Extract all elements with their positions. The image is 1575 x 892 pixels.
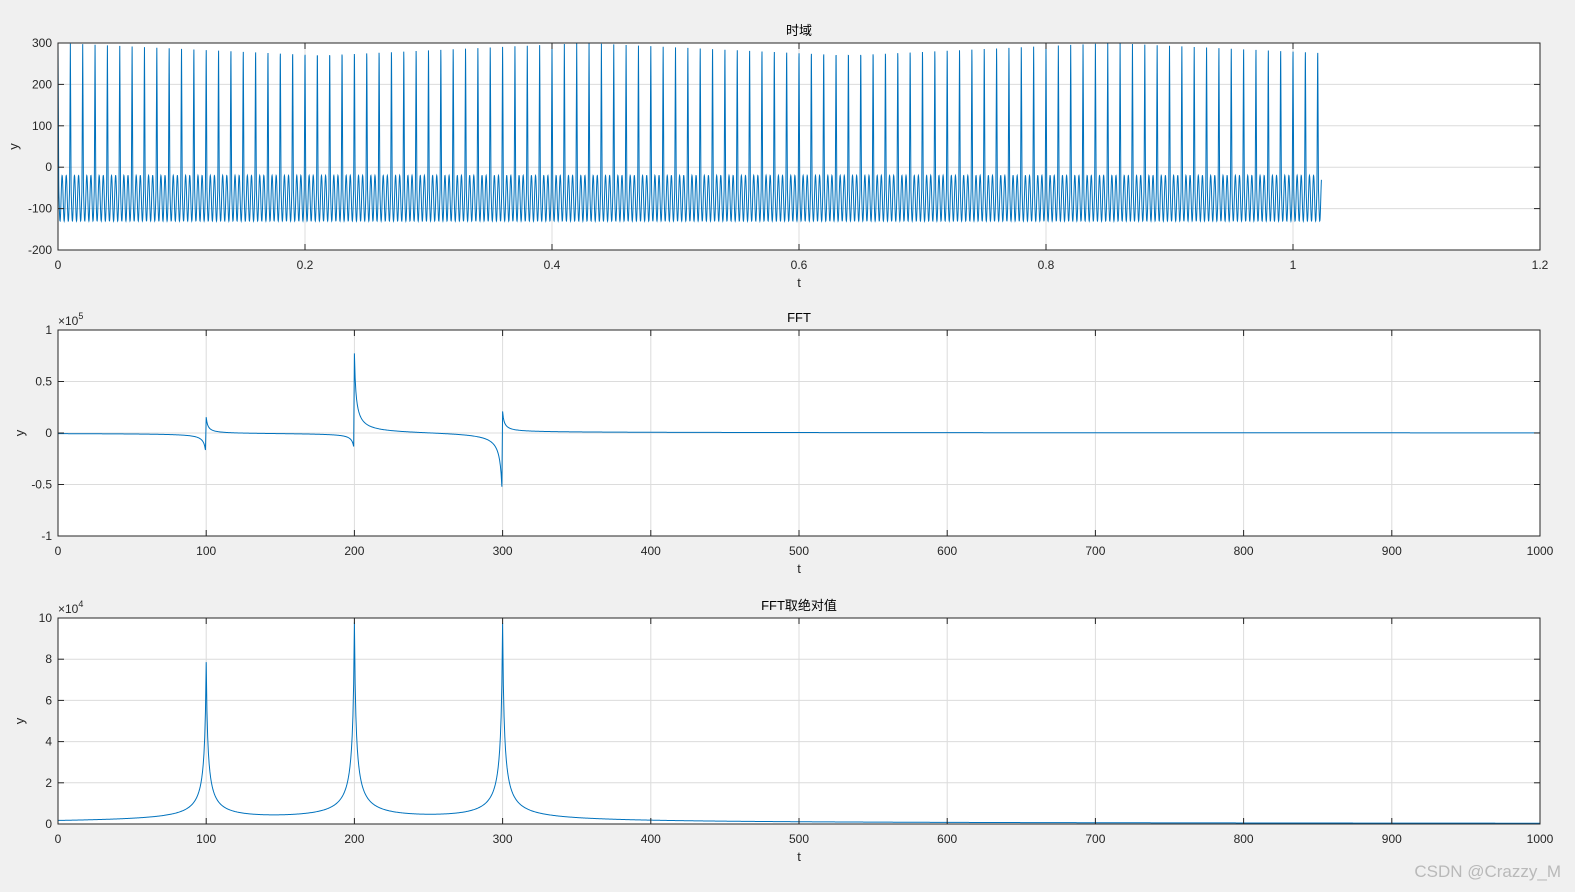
y-tick-label: 4 [45,735,52,749]
x-tick-label: 500 [789,832,809,846]
x-tick-label: 0.4 [544,258,561,272]
y-tick-label: 200 [32,77,52,91]
x-tick-label: 200 [344,544,364,558]
x-tick-label: 400 [641,832,661,846]
x-tick-label: 700 [1085,544,1105,558]
plot-fft-magnitude: 0 100 200 300 400 500 600 700 800 900 1000 0 2 4 6 8 10 ×… [12,598,1554,864]
y-tick-label: 0 [45,817,52,831]
x-tick-label: 900 [1382,832,1402,846]
x-tick-label: 0.6 [791,258,808,272]
figure-canvas: 0 0.2 0.4 0.6 0.8 1 1.2-200-1000100200300时域ty … [6,23,1554,864]
y-tick-label: 1 [45,323,52,337]
y-tick-label: 0 [45,426,52,440]
y-tick-label: -0.5 [31,478,52,492]
plot-time-domain: 0 0.2 0.4 0.6 0.8 1 1.2 -200 -100 0 100 200 300 时域 t y [6,23,1549,290]
x-axis-label: t [797,561,801,576]
x-tick-label: 800 [1234,832,1254,846]
y-tick-label: 300 [32,36,52,50]
y-axis-label: y [12,717,27,724]
x-tick-label: 0.2 [297,258,314,272]
plot-fft: 0 100 200 300 400 500 600 700 800 900 1000 -1 -0.5 0 0… [12,310,1554,576]
y-tick-label: 100 [32,119,52,133]
y-tick-label: -200 [28,243,52,257]
y-tick-label: 10 [39,611,53,625]
y-tick-label: 0 [45,160,52,174]
y-tick-label: 8 [45,652,52,666]
x-tick-label: 0.8 [1038,258,1055,272]
x-tick-label: 800 [1234,544,1254,558]
x-tick-label: 100 [196,832,216,846]
plot-title: FFT [787,310,811,325]
x-tick-label: 300 [493,832,513,846]
x-tick-label: 1000 [1527,832,1554,846]
x-axis-label: t [797,849,801,864]
plot-title: FFT取绝对值 [761,598,837,613]
plot-title: 时域 [786,23,812,38]
x-tick-label: 1.2 [1532,258,1549,272]
x-tick-label: 700 [1085,832,1105,846]
y-axis-label: y [6,143,21,150]
watermark: CSDN @Crazzy_M [1414,862,1561,881]
x-tick-label: 500 [789,544,809,558]
x-tick-label: 600 [937,544,957,558]
exponent-label: ×105 [58,311,83,328]
x-tick-label: 200 [344,832,364,846]
x-tick-label: 0 [55,544,62,558]
x-tick-label: 300 [493,544,513,558]
x-tick-label: 100 [196,544,216,558]
x-tick-label: 400 [641,544,661,558]
y-tick-label: -1 [41,529,52,543]
exponent-label: ×104 [58,599,83,616]
y-axis-label: y [12,429,27,436]
y-tick-label: -100 [28,202,52,216]
x-tick-label: 600 [937,832,957,846]
x-tick-label: 1 [1290,258,1297,272]
x-tick-label: 0 [55,832,62,846]
x-tick-label: 900 [1382,544,1402,558]
y-tick-label: 0.5 [35,375,52,389]
x-axis-label: t [797,275,801,290]
y-tick-label: 2 [45,776,52,790]
x-tick-label: 0 [55,258,62,272]
y-tick-label: 6 [45,693,52,707]
x-tick-label: 1000 [1527,544,1554,558]
